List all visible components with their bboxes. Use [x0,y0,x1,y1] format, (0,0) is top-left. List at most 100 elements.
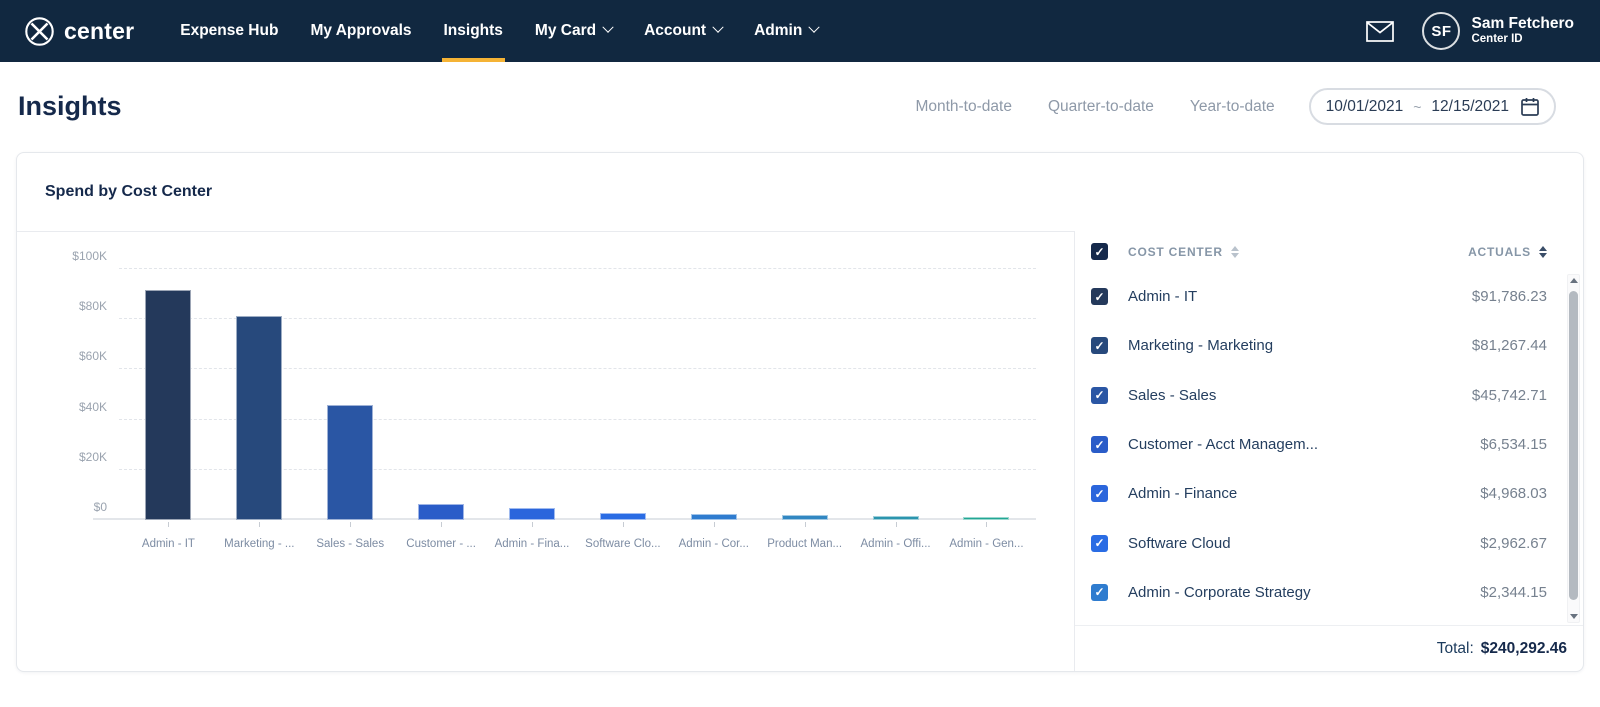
y-axis-tick-label: $20K [78,449,107,464]
date-presets: Month-to-date Quarter-to-date Year-to-date [915,98,1274,116]
chevron-down-icon [808,21,820,33]
check-icon: ✓ [1094,585,1105,600]
card-title: Spend by Cost Center [45,183,213,200]
check-icon: ✓ [1094,486,1105,501]
bar[interactable] [418,503,465,520]
actuals-value: $2,962.67 [1480,534,1547,552]
scrollbar-thumb[interactable] [1569,291,1578,600]
page-title: Insights [18,91,122,121]
row-checkbox[interactable]: ✓ [1091,583,1108,601]
bar-chart: $0 $20K $40K $60K $80K $100K [72,249,1036,527]
y-axis-tick-label: $80K [78,299,107,314]
cost-center-name: Admin - Finance [1128,485,1238,503]
bar[interactable] [872,516,919,520]
select-all-checkbox[interactable]: ✓ [1091,243,1108,260]
row-checkbox[interactable]: ✓ [1091,288,1108,306]
actuals-value: $2,344.15 [1480,583,1547,601]
check-icon: ✓ [1094,536,1105,551]
bar[interactable] [327,405,374,520]
chart-pane: $0 $20K $40K $60K $80K $100K Admin - IT Market… [17,231,1074,671]
nav-item-label: Insights [443,22,503,39]
row-checkbox[interactable]: ✓ [1091,485,1108,503]
row-checkbox[interactable]: ✓ [1091,534,1108,552]
avatar: SF [1422,12,1461,50]
check-icon: ✓ [1094,289,1105,304]
x-axis-tick-label: Admin - Fina... [494,538,570,550]
x-axis-tick-label: Customer - ... [406,538,476,550]
nav-item[interactable]: My Approvals [294,0,427,62]
total-row: Total: $240,292.46 [1075,625,1583,671]
brand-logo[interactable]: center [24,16,134,47]
actuals-value: $91,786.23 [1471,288,1547,306]
bar-slot [236,269,283,527]
total-value: $240,292.46 [1480,639,1567,657]
calendar-icon [1521,97,1539,116]
card-header: Spend by Cost Center [17,153,1583,231]
row-checkbox[interactable]: ✓ [1091,436,1108,454]
date-filters: Month-to-date Quarter-to-date Year-to-date… [915,88,1556,125]
bar[interactable] [145,289,192,520]
scroll-up-icon[interactable] [1568,278,1579,283]
chevron-down-icon [602,21,614,33]
cost-center-name: Admin - IT [1128,288,1198,306]
x-axis-tick-label: Admin - IT [141,538,195,550]
y-axis-tick-label: $60K [78,349,107,364]
sort-actuals-icon[interactable] [1539,245,1547,258]
cost-center-name: Customer - Acct Managem... [1128,436,1319,454]
date-preset-link[interactable]: Month-to-date [915,98,1012,116]
x-axis-tick-label: Sales - Sales [316,538,385,550]
table-rows: ✓ Admin - IT $91,786.23 ✓ Marketing - Ma… [1075,272,1583,625]
bar[interactable] [236,316,283,520]
nav-item[interactable]: Insights [428,0,519,62]
user-menu[interactable]: SF Sam Fetchero Center ID [1422,12,1574,50]
avatar-initials: SF [1431,22,1452,40]
user-name: Sam Fetchero [1471,15,1574,33]
bar-slot [690,269,737,527]
date-range-picker[interactable]: 10/01/2021 ~ 12/15/2021 [1308,88,1556,125]
nav-item-label: Admin [754,22,803,39]
bar[interactable] [690,514,737,520]
brand-name: center [64,17,135,44]
row-checkbox[interactable]: ✓ [1091,337,1108,355]
envelope-icon [1366,20,1395,42]
check-icon: ✓ [1094,437,1105,452]
sort-cost-center-icon[interactable] [1230,245,1239,258]
user-subtitle: Center ID [1471,33,1523,46]
x-axis-tick-label: Admin - Gen... [949,538,1024,550]
column-header-actuals: ACTUALS [1468,244,1531,259]
y-axis-tick-label: $100K [72,249,107,263]
table-row: ✓ Admin - Finance $4,968.03 [1075,469,1583,518]
scroll-down-icon[interactable] [1568,614,1579,619]
nav-item[interactable]: Account [628,0,738,62]
date-range-end: 12/15/2021 [1431,97,1509,115]
nav-item[interactable]: Admin [738,0,834,62]
date-range-separator: ~ [1413,98,1422,115]
x-axis-tick-label: Marketing - ... [224,538,295,550]
nav-right: SF Sam Fetchero Center ID [1366,12,1574,50]
card-body: $0 $20K $40K $60K $80K $100K Admin - IT Market… [17,231,1583,671]
bar-slot [963,269,1010,527]
cost-center-name: Admin - Corporate Strategy [1128,583,1311,601]
bar-slot [327,269,374,527]
bar-slot [599,269,646,527]
bar[interactable] [781,514,828,520]
bar[interactable] [963,517,1010,520]
bar[interactable] [509,507,555,520]
bar-slot [872,269,919,527]
bar[interactable] [599,512,646,520]
center-logo-icon [24,16,55,47]
nav-item[interactable]: My Card [519,0,628,62]
date-preset-link[interactable]: Quarter-to-date [1048,98,1154,116]
row-checkbox[interactable]: ✓ [1091,386,1108,404]
nav-item-label: My Approvals [310,22,412,39]
x-axis-tick-label: Admin - Offi... [860,538,931,550]
date-preset-link[interactable]: Year-to-date [1190,98,1275,116]
column-header-cost-center: COST CENTER [1128,244,1223,259]
messages-button[interactable] [1366,20,1395,42]
bar-slot [418,269,465,527]
top-nav: center Expense Hub My Approvals Insights… [0,0,1600,62]
table-row: ✓ Marketing - Marketing $81,267.44 [1075,321,1583,370]
table-scrollbar[interactable] [1567,274,1580,623]
chart-bars [119,269,1036,527]
nav-item[interactable]: Expense Hub [164,0,294,62]
